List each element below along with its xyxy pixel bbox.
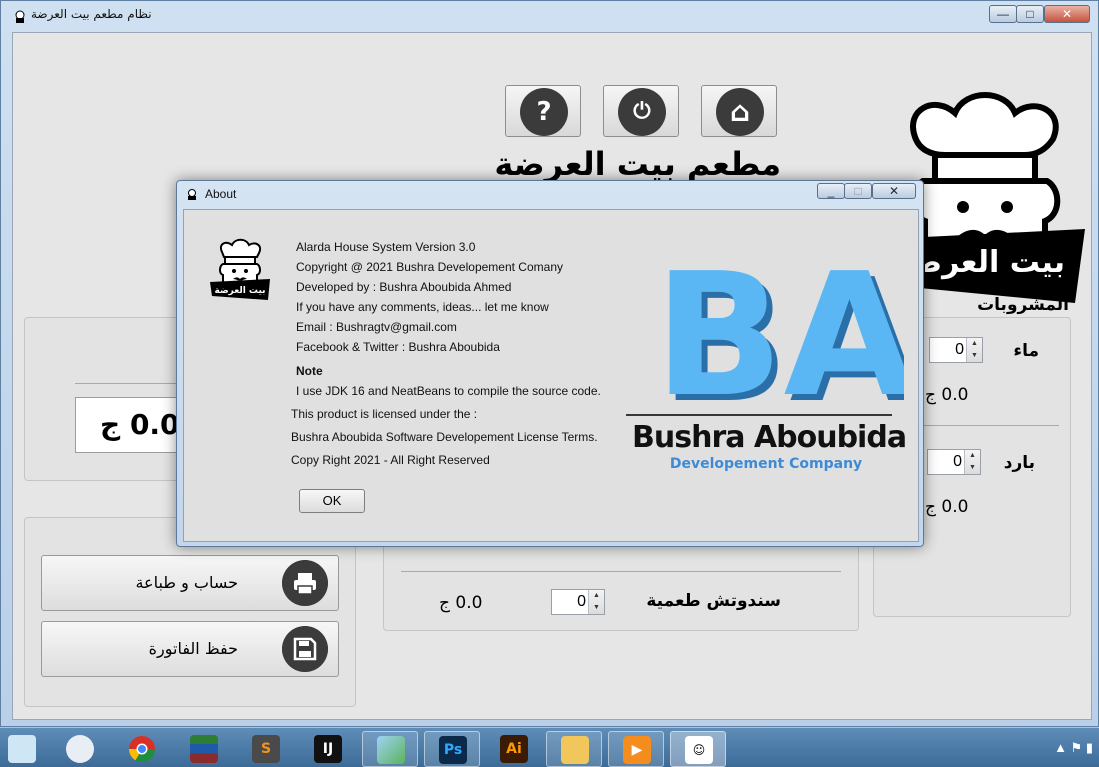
home-icon: ⌂ (716, 88, 764, 136)
taskbar: S IJ Ps Ai ▶ ☺ ▲ ⚑ ▮ (0, 727, 1099, 767)
play-icon: ▶ (623, 736, 651, 764)
taskbar-chrome[interactable] (114, 731, 170, 767)
chef-icon: ☺ (685, 736, 713, 764)
folder-icon (561, 736, 589, 764)
taskbar-sublime[interactable]: S (238, 731, 294, 767)
taskbar-virtualbox[interactable] (362, 731, 418, 767)
calc-print-label: حساب و طباعة (135, 573, 238, 592)
taskbar-explorer[interactable] (546, 731, 602, 767)
illustrator-icon: Ai (500, 735, 528, 763)
ba-company-subtitle: Developement Company (669, 456, 863, 472)
sublime-icon: S (252, 735, 280, 763)
spinner-arrows-icon[interactable]: ▲ ▼ (964, 450, 980, 474)
about-line-social: Facebook & Twitter : Bushra Aboubida (296, 340, 500, 354)
intellij-icon: IJ (314, 735, 342, 763)
ba-company-name: Bushra Aboubida (632, 420, 907, 455)
about-note-title: Note (296, 364, 323, 378)
food-qty-spinner[interactable]: 0 ▲ ▼ (551, 589, 605, 615)
power-button[interactable]: ⏻ (603, 85, 679, 137)
taskbar-media[interactable]: ▶ (608, 731, 664, 767)
chrome-icon (128, 736, 156, 763)
taskbar-photoshop[interactable]: Ps (424, 731, 480, 767)
water-price: 0.0 ج (925, 385, 969, 405)
food-price: 0.0 ج (439, 593, 483, 613)
ba-letters: BA (654, 240, 904, 435)
calc-print-button[interactable]: حساب و طباعة (41, 555, 339, 611)
maximize-button[interactable]: □ (1016, 5, 1044, 23)
chef-logo-small: بيت العرضة (210, 238, 270, 300)
about-line-email: Email : Bushragtv@gmail.com (296, 320, 457, 334)
drink-label-water: ماء (1013, 341, 1039, 361)
about-line-version: Alarda House System Version 3.0 (296, 240, 476, 254)
system-tray[interactable]: ▲ ⚑ ▮ (1054, 740, 1093, 756)
ok-button[interactable]: OK (299, 489, 365, 513)
water-qty-value: 0 (955, 341, 964, 358)
photoshop-icon: Ps (439, 736, 467, 764)
brand-label: بيت العرضة (925, 245, 1065, 280)
taskbar-books[interactable] (176, 731, 232, 767)
chef-logo-text: بيت العرضة (214, 286, 265, 296)
chef-app-icon (188, 189, 196, 200)
food-divider (401, 571, 841, 572)
save-invoice-label: حفظ الفاتورة (148, 639, 238, 658)
food-item-label: سندوتش طعمية (646, 591, 781, 611)
about-note-text: I use JDK 16 and NeatBeans to compile th… (296, 384, 601, 398)
drink-label-cold: بارد (1003, 453, 1035, 473)
cold-qty-spinner[interactable]: 0 ▲ ▼ (927, 449, 981, 475)
help-icon: ? (520, 88, 568, 136)
dialog-minimize-button[interactable]: _ (817, 183, 845, 199)
chef-app-icon (15, 10, 25, 23)
close-button[interactable]: ✕ (1044, 5, 1090, 23)
dialog-maximize-button[interactable]: □ (844, 183, 872, 199)
taskbar-illustrator[interactable]: Ai (486, 731, 542, 767)
water-qty-spinner[interactable]: 0 ▲ ▼ (929, 337, 983, 363)
help-button[interactable]: ? (505, 85, 581, 137)
spinner-arrows-icon[interactable]: ▲ ▼ (966, 338, 982, 362)
food-qty-value: 0 (577, 593, 586, 610)
window-title: نظام مطعم بيت العرضة (31, 7, 152, 21)
about-line-developer: Developed by : Bushra Aboubida Ahmed (296, 280, 512, 294)
taskbar-intellij[interactable]: IJ (300, 731, 356, 767)
cube-icon (377, 736, 405, 764)
about-content: بيت العرضة Alarda House System Version 3… (183, 209, 919, 542)
about-license-line-1: This product is licensed under the : (291, 407, 478, 421)
minimize-button[interactable]: — (989, 5, 1017, 23)
about-license-line-2: Bushra Aboubida Software Developement Li… (291, 430, 598, 444)
about-line-copyright: Copyright @ 2021 Bushra Developement Com… (296, 260, 563, 274)
home-button[interactable]: ⌂ (701, 85, 777, 137)
taskbar-chef-app[interactable]: ☺ (670, 731, 726, 767)
drinks-header: المشروبات (977, 295, 1069, 315)
dialog-close-button[interactable]: ✕ (872, 183, 916, 199)
printer-icon (282, 560, 328, 606)
floppy-save-icon (282, 626, 328, 672)
about-line-comments: If you have any comments, ideas... let m… (296, 300, 549, 314)
about-license-line-3: Copy Right 2021 - All Right Reserved (291, 453, 490, 467)
taskbar-snipping[interactable] (52, 731, 108, 767)
scissors-icon (66, 735, 94, 763)
cold-qty-value: 0 (953, 453, 962, 470)
cold-price: 0.0 ج (925, 497, 969, 517)
power-icon: ⏻ (618, 88, 666, 136)
dialog-title: About (205, 187, 237, 201)
notepad-icon (8, 735, 36, 763)
taskbar-notepad[interactable] (0, 731, 50, 767)
books-icon (190, 735, 218, 763)
save-invoice-button[interactable]: حفظ الفاتورة (41, 621, 339, 677)
spinner-arrows-icon[interactable]: ▲ ▼ (588, 590, 604, 614)
about-dialog: About _ □ ✕ بيت العرضة Alarda House Syst… (176, 180, 924, 547)
